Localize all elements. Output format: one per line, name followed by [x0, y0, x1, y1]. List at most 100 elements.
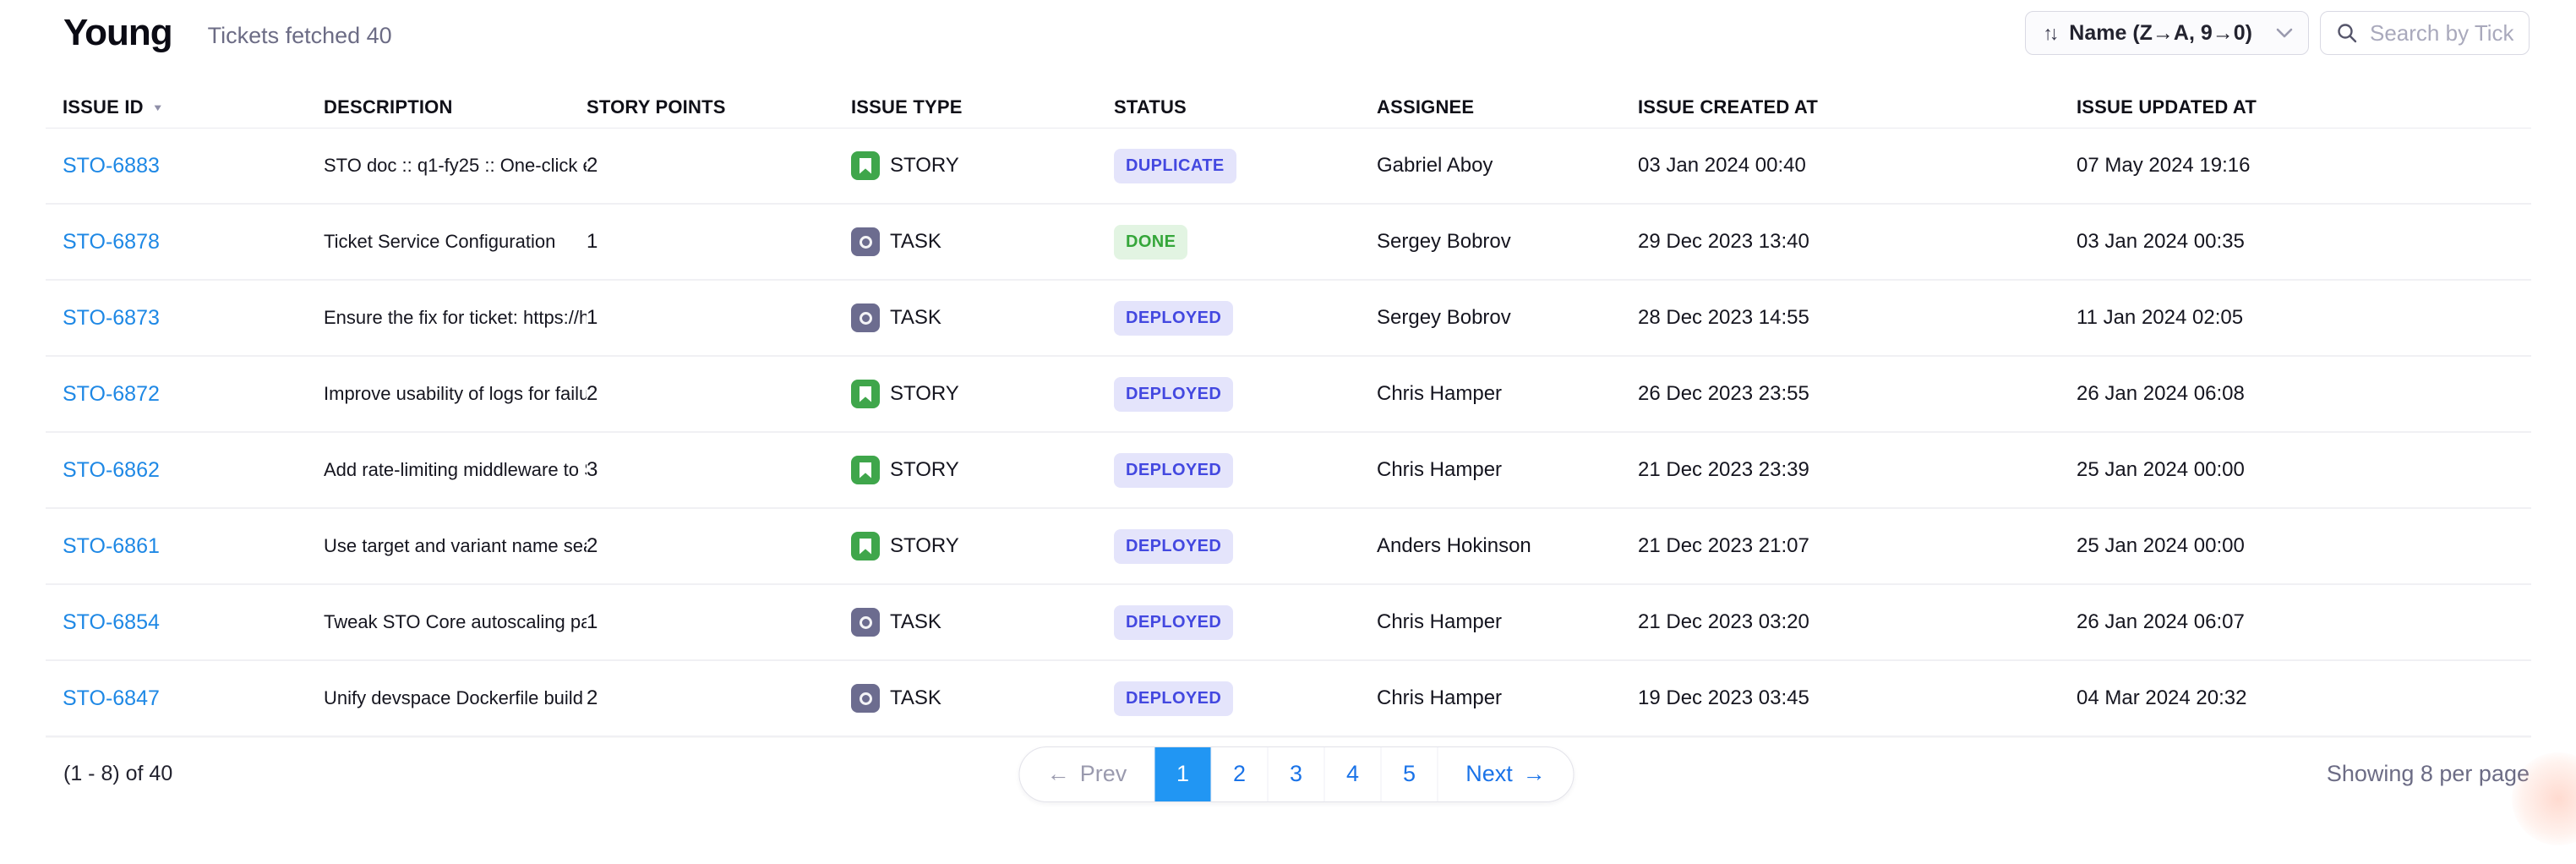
table-row: STO-6878 Ticket Service Configuration 1 … — [46, 205, 2531, 281]
ticket-assignee: Chris Hamper — [1377, 610, 1638, 634]
ticket-created-at: 21 Dec 2023 03:20 — [1638, 610, 2077, 634]
col-header-issue-created-at: ISSUE CREATED AT — [1638, 96, 2077, 118]
sort-dropdown-label: Name (Z→A, 9→0) — [2069, 21, 2252, 46]
ticket-id-link[interactable]: STO-6872 — [63, 382, 160, 406]
ticket-created-at: 29 Dec 2023 13:40 — [1638, 230, 2077, 254]
page-button-1[interactable]: 1 — [1155, 747, 1212, 801]
ticket-assignee: Sergey Bobrov — [1377, 230, 1638, 254]
ticket-issue-type: STORY — [851, 456, 1114, 484]
ticket-id-link[interactable]: STO-6883 — [63, 154, 160, 178]
ticket-id-link[interactable]: STO-6847 — [63, 686, 160, 710]
sort-desc-icon: ▼ — [152, 101, 164, 112]
search-box[interactable] — [2320, 11, 2530, 55]
ticket-issue-type: STORY — [851, 151, 1114, 180]
page-button-4[interactable]: 4 — [1325, 747, 1382, 801]
tickets-fetched-label: Tickets fetched 40 — [208, 18, 392, 49]
ticket-issue-type: STORY — [851, 532, 1114, 561]
ticket-story-points: 2 — [587, 686, 851, 710]
ticket-assignee: Sergey Bobrov — [1377, 306, 1638, 330]
page-button-2[interactable]: 2 — [1212, 747, 1269, 801]
ticket-description: Use target and variant name sear... — [324, 535, 587, 557]
col-header-issue-type: ISSUE TYPE — [851, 96, 1114, 118]
table-row: STO-6854 Tweak STO Core autoscaling par.… — [46, 585, 2531, 661]
table-row: STO-6872 Improve usability of logs for f… — [46, 357, 2531, 433]
col-header-issue-updated-at: ISSUE UPDATED AT — [2077, 96, 2531, 118]
issue-type-icon — [851, 532, 880, 561]
sort-dropdown[interactable]: ↑↓ Name (Z→A, 9→0) — [2025, 11, 2309, 55]
page-button-3[interactable]: 3 — [1269, 747, 1325, 801]
story-bookmark-icon — [860, 462, 871, 478]
page-button-5[interactable]: 5 — [1382, 747, 1438, 801]
ticket-id-link[interactable]: STO-6878 — [63, 230, 160, 254]
status-badge: DEPLOYED — [1114, 681, 1233, 716]
issue-type-icon — [851, 456, 880, 484]
ticket-issue-type: TASK — [851, 608, 1114, 637]
ticket-assignee: Chris Hamper — [1377, 458, 1638, 482]
ticket-description: Unify devspace Dockerfile build — [324, 687, 587, 709]
ticket-assignee: Chris Hamper — [1377, 686, 1638, 710]
issue-type-icon — [851, 684, 880, 713]
task-circle-icon — [860, 616, 872, 629]
issue-type-label: TASK — [890, 686, 941, 710]
task-circle-icon — [860, 312, 872, 325]
ticket-description: Improve usability of logs for failur... — [324, 383, 587, 405]
table-row: STO-6873 Ensure the fix for ticket: http… — [46, 281, 2531, 357]
ticket-description: Add rate-limiting middleware to S... — [324, 459, 587, 481]
ticket-description: STO doc :: q1-fy25 :: One-click e... — [324, 155, 587, 177]
table-row: STO-6861 Use target and variant name sea… — [46, 509, 2531, 585]
next-page-button[interactable]: Next → — [1438, 747, 1574, 801]
issue-type-icon — [851, 151, 880, 180]
table-row: STO-6847 Unify devspace Dockerfile build… — [46, 661, 2531, 737]
ticket-id-link[interactable]: STO-6862 — [63, 458, 160, 482]
status-badge: DEPLOYED — [1114, 453, 1233, 488]
story-bookmark-icon — [860, 158, 871, 174]
table-row: STO-6862 Add rate-limiting middleware to… — [46, 433, 2531, 509]
ticket-updated-at: 07 May 2024 19:16 — [2077, 154, 2531, 178]
issue-type-label: TASK — [890, 230, 941, 254]
search-input[interactable] — [2370, 20, 2513, 46]
tickets-table: ISSUE ID ▼ DESCRIPTION STORY POINTS ISSU… — [46, 86, 2531, 737]
col-header-story-points: STORY POINTS — [587, 96, 851, 118]
chevron-down-icon — [2276, 28, 2293, 38]
status-badge: DEPLOYED — [1114, 529, 1233, 564]
top-bar: Young Tickets fetched 40 ↑↓ Name (Z→A, 9… — [0, 0, 2576, 66]
per-page-label: Showing 8 per page — [2327, 761, 2530, 787]
status-badge: DEPLOYED — [1114, 301, 1233, 336]
ticket-issue-type: TASK — [851, 684, 1114, 713]
col-header-issue-id[interactable]: ISSUE ID ▼ — [63, 96, 324, 118]
ticket-created-at: 26 Dec 2023 23:55 — [1638, 382, 2077, 406]
table-header-row: ISSUE ID ▼ DESCRIPTION STORY POINTS ISSU… — [46, 86, 2531, 129]
ticket-issue-type: TASK — [851, 227, 1114, 256]
ticket-created-at: 21 Dec 2023 21:07 — [1638, 534, 2077, 558]
sort-arrows-icon: ↑↓ — [2043, 22, 2055, 45]
ticket-id-link[interactable]: STO-6861 — [63, 534, 160, 558]
table-row: STO-6883 STO doc :: q1-fy25 :: One-click… — [46, 129, 2531, 205]
ticket-created-at: 19 Dec 2023 03:45 — [1638, 686, 2077, 710]
issue-type-icon — [851, 227, 880, 256]
story-bookmark-icon — [860, 539, 871, 555]
issue-type-icon — [851, 303, 880, 332]
status-badge: DEPLOYED — [1114, 605, 1233, 640]
ticket-updated-at: 11 Jan 2024 02:05 — [2077, 306, 2531, 330]
ticket-id-link[interactable]: STO-6854 — [63, 610, 160, 634]
task-circle-icon — [860, 692, 872, 705]
prev-page-button[interactable]: ← Prev — [1020, 747, 1155, 801]
ticket-story-points: 1 — [587, 306, 851, 330]
issue-type-label: TASK — [890, 610, 941, 634]
table-body: STO-6883 STO doc :: q1-fy25 :: One-click… — [46, 129, 2531, 737]
ticket-story-points: 2 — [587, 382, 851, 406]
ticket-assignee: Anders Hokinson — [1377, 534, 1638, 558]
ticket-story-points: 1 — [587, 610, 851, 634]
col-header-assignee: ASSIGNEE — [1377, 96, 1638, 118]
issue-type-label: STORY — [890, 154, 959, 178]
ticket-updated-at: 25 Jan 2024 00:00 — [2077, 458, 2531, 482]
ticket-story-points: 2 — [587, 534, 851, 558]
ticket-issue-type: STORY — [851, 380, 1114, 408]
col-header-status: STATUS — [1114, 96, 1377, 118]
ticket-created-at: 03 Jan 2024 00:40 — [1638, 154, 2077, 178]
prev-arrow-icon: ← — [1047, 761, 1070, 787]
ticket-assignee: Gabriel Aboy — [1377, 154, 1638, 178]
story-bookmark-icon — [860, 386, 871, 402]
ticket-created-at: 28 Dec 2023 14:55 — [1638, 306, 2077, 330]
ticket-id-link[interactable]: STO-6873 — [63, 306, 160, 330]
